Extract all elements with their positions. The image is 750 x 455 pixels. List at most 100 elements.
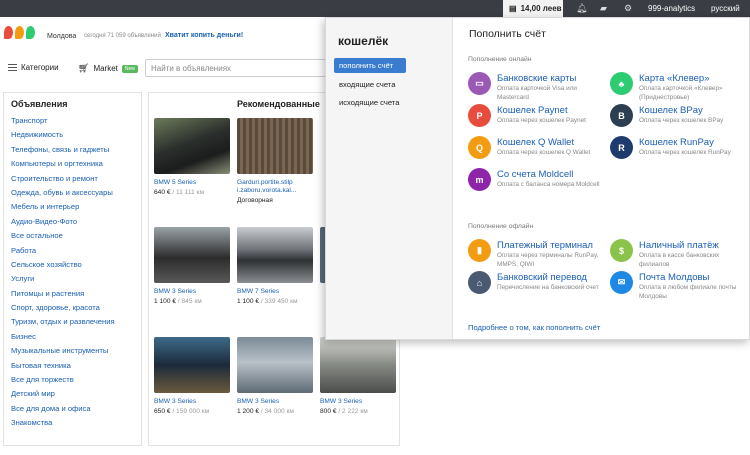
category-link[interactable]: Строительство и ремонт bbox=[11, 174, 134, 188]
bell-icon[interactable]: 🔔︎ bbox=[576, 3, 587, 14]
ad-photo[interactable] bbox=[154, 227, 230, 283]
moldcell-logo-icon[interactable]: m bbox=[468, 168, 491, 191]
gear-icon[interactable]: ⚙ bbox=[624, 3, 632, 14]
ad-card[interactable]: Garduri.portite.stilp i.zaboru.vorota.ka… bbox=[237, 118, 315, 204]
category-link[interactable]: Все для дома и офиса bbox=[11, 404, 134, 418]
paynet-logo-icon[interactable]: P bbox=[468, 104, 491, 127]
ad-price: 800 € / 2 222 км bbox=[320, 408, 368, 415]
categories-button[interactable]: Категории bbox=[8, 63, 59, 72]
bank-icon[interactable]: ⌂ bbox=[468, 271, 491, 294]
ad-title[interactable]: BMW 3 Series bbox=[154, 288, 232, 296]
user-menu[interactable]: 999-analytics bbox=[648, 4, 695, 13]
ad-card[interactable]: BMW 3 Series 800 € / 2 222 км bbox=[320, 337, 398, 415]
category-link[interactable]: Услуги bbox=[11, 274, 134, 288]
category-link[interactable]: Аудио-Видео-Фото bbox=[11, 217, 134, 231]
category-link[interactable]: Знакомства bbox=[11, 418, 134, 432]
category-link[interactable]: Сельское хозяйство bbox=[11, 260, 134, 274]
category-link[interactable]: Бизнес bbox=[11, 332, 134, 346]
payment-method-name[interactable]: Банковские карты bbox=[497, 73, 576, 84]
wallet-balance: 14,00 леев bbox=[520, 4, 562, 13]
payment-method-desc: Оплата через кошелек RunPay bbox=[639, 149, 731, 156]
category-link[interactable]: Транспорт bbox=[11, 116, 134, 130]
bpay-logo-icon[interactable]: B bbox=[610, 104, 633, 127]
recommended-title: Рекомендованные bbox=[237, 99, 320, 109]
payment-method-desc: Оплата через кошелек Paynet bbox=[497, 117, 586, 124]
category-link[interactable]: Одежда, обувь и аксессуары bbox=[11, 188, 134, 202]
wallet-menu-outgoing[interactable]: исходящие счета bbox=[334, 95, 406, 110]
messages-icon[interactable]: ▰ bbox=[600, 3, 607, 14]
category-link[interactable]: Бытовая техника bbox=[11, 361, 134, 375]
wallet-dropdown: кошелёк пополнить счёт входящие счета ис… bbox=[325, 17, 750, 340]
payment-method-desc: Оплата через терминалы RunPay, MMPS, QIW… bbox=[497, 252, 599, 268]
top-bar: ▤ 14,00 леев 🔔︎ ▰ ⚙ 999-analytics русски… bbox=[0, 0, 750, 17]
payment-method-name[interactable]: Банковский перевод bbox=[497, 272, 587, 283]
more-info-link[interactable]: Подробнее о том, как пополнить счёт bbox=[468, 323, 600, 332]
category-link[interactable]: Туризм, отдых и развлечения bbox=[11, 317, 134, 331]
credit-card-icon[interactable]: ▭ bbox=[468, 72, 491, 95]
ad-card[interactable]: BMW 5 Series 640 € / 11 111 км bbox=[154, 118, 232, 196]
menu-icon bbox=[8, 64, 17, 71]
payment-method-name[interactable]: Кошелек BPay bbox=[639, 105, 703, 116]
ad-card[interactable]: BMW 3 Series 1 200 € / 34 000 км bbox=[237, 337, 315, 415]
market-link[interactable]: 🛒︎ Market New bbox=[78, 63, 138, 74]
ad-photo[interactable] bbox=[320, 337, 396, 393]
payment-method-desc: Оплата через кошелек BPay bbox=[639, 117, 724, 124]
category-link[interactable]: Питомцы и растения bbox=[11, 289, 134, 303]
promo-link[interactable]: Хватит копить деньги! bbox=[165, 32, 243, 39]
ad-photo[interactable] bbox=[154, 118, 230, 174]
payment-method-name[interactable]: Кошелек Q Wallet bbox=[497, 137, 574, 148]
ad-title[interactable]: BMW 3 Series bbox=[320, 398, 398, 406]
payment-method-name[interactable]: Почта Молдовы bbox=[639, 272, 709, 283]
market-label: Market bbox=[93, 64, 118, 73]
ad-title[interactable]: Garduri.portite.stilp i.zaboru.vorota.ka… bbox=[237, 179, 315, 195]
payment-method-name[interactable]: Со счета Moldcell bbox=[497, 169, 573, 180]
ad-card[interactable]: BMW 3 Series 1 100 € / 845 км bbox=[154, 227, 232, 305]
terminal-icon[interactable]: ▮ bbox=[468, 239, 491, 262]
payment-method-name[interactable]: Кошелек RunPay bbox=[639, 137, 714, 148]
category-link[interactable]: Все для торжеств bbox=[11, 375, 134, 389]
ad-photo[interactable] bbox=[237, 337, 313, 393]
payment-method-desc: Оплата в любом филиале почты Молдовы bbox=[639, 284, 737, 300]
category-link[interactable]: Музыкальные инструменты bbox=[11, 346, 134, 360]
cash-icon[interactable]: $ bbox=[610, 239, 633, 262]
ad-price: 1 100 € / 339 450 км bbox=[237, 298, 298, 305]
payment-method-name[interactable]: Кошелек Paynet bbox=[497, 105, 568, 116]
category-link[interactable]: Все остальное bbox=[11, 231, 134, 245]
ad-title[interactable]: BMW 5 Series bbox=[154, 179, 232, 187]
category-link[interactable]: Компьютеры и оргтехника bbox=[11, 159, 134, 173]
category-link[interactable]: Мебель и интерьер bbox=[11, 202, 134, 216]
category-link[interactable]: Спорт, здоровье, красота bbox=[11, 303, 134, 317]
ad-photo[interactable] bbox=[237, 227, 313, 283]
ad-photo[interactable] bbox=[237, 118, 313, 174]
category-link[interactable]: Телефоны, связь и гаджеты bbox=[11, 145, 134, 159]
wallet-menu-topup[interactable]: пополнить счёт bbox=[334, 58, 406, 73]
wallet-heading: Пополнить счёт bbox=[469, 28, 546, 40]
ad-title[interactable]: BMW 3 Series bbox=[154, 398, 232, 406]
wallet-sidebar: кошелёк пополнить счёт входящие счета ис… bbox=[326, 18, 453, 339]
payment-method-desc: Перечисление на банковский счет bbox=[497, 284, 599, 291]
category-link[interactable]: Работа bbox=[11, 246, 134, 260]
ad-price: 1 200 € / 34 000 км bbox=[237, 408, 294, 415]
site-logo[interactable] bbox=[4, 26, 35, 39]
ad-title[interactable]: BMW 3 Series bbox=[237, 398, 315, 406]
klever-logo-icon[interactable]: ♣ bbox=[610, 72, 633, 95]
payment-method-name[interactable]: Платежный терминал bbox=[497, 240, 593, 251]
runpay-logo-icon[interactable]: R bbox=[610, 136, 633, 159]
ad-title[interactable]: BMW 7 Series bbox=[237, 288, 315, 296]
wallet-menu-incoming[interactable]: входящие счета bbox=[334, 77, 406, 92]
language-switch[interactable]: русский bbox=[711, 4, 740, 13]
search-input[interactable]: Найти в объявлениях bbox=[145, 59, 335, 77]
ad-photo[interactable] bbox=[154, 337, 230, 393]
category-link[interactable]: Недвижимость bbox=[11, 130, 134, 144]
wallet-balance-button[interactable]: ▤ 14,00 леев bbox=[503, 0, 563, 17]
payment-method-desc: Оплата с баланса номера Moldcell bbox=[497, 181, 600, 188]
payment-method-name[interactable]: Карта «Клевер» bbox=[639, 73, 710, 84]
payment-method-name[interactable]: Наличный платёж bbox=[639, 240, 719, 251]
categories-label: Категории bbox=[21, 63, 59, 72]
post-icon[interactable]: ✉ bbox=[610, 271, 633, 294]
qwallet-logo-icon[interactable]: Q bbox=[468, 136, 491, 159]
category-link[interactable]: Детский мир bbox=[11, 389, 134, 403]
ad-card[interactable]: BMW 7 Series 1 100 € / 339 450 км bbox=[237, 227, 315, 305]
region-label[interactable]: Молдова bbox=[47, 33, 76, 40]
ad-card[interactable]: BMW 3 Series 650 € / 159 000 км bbox=[154, 337, 232, 415]
